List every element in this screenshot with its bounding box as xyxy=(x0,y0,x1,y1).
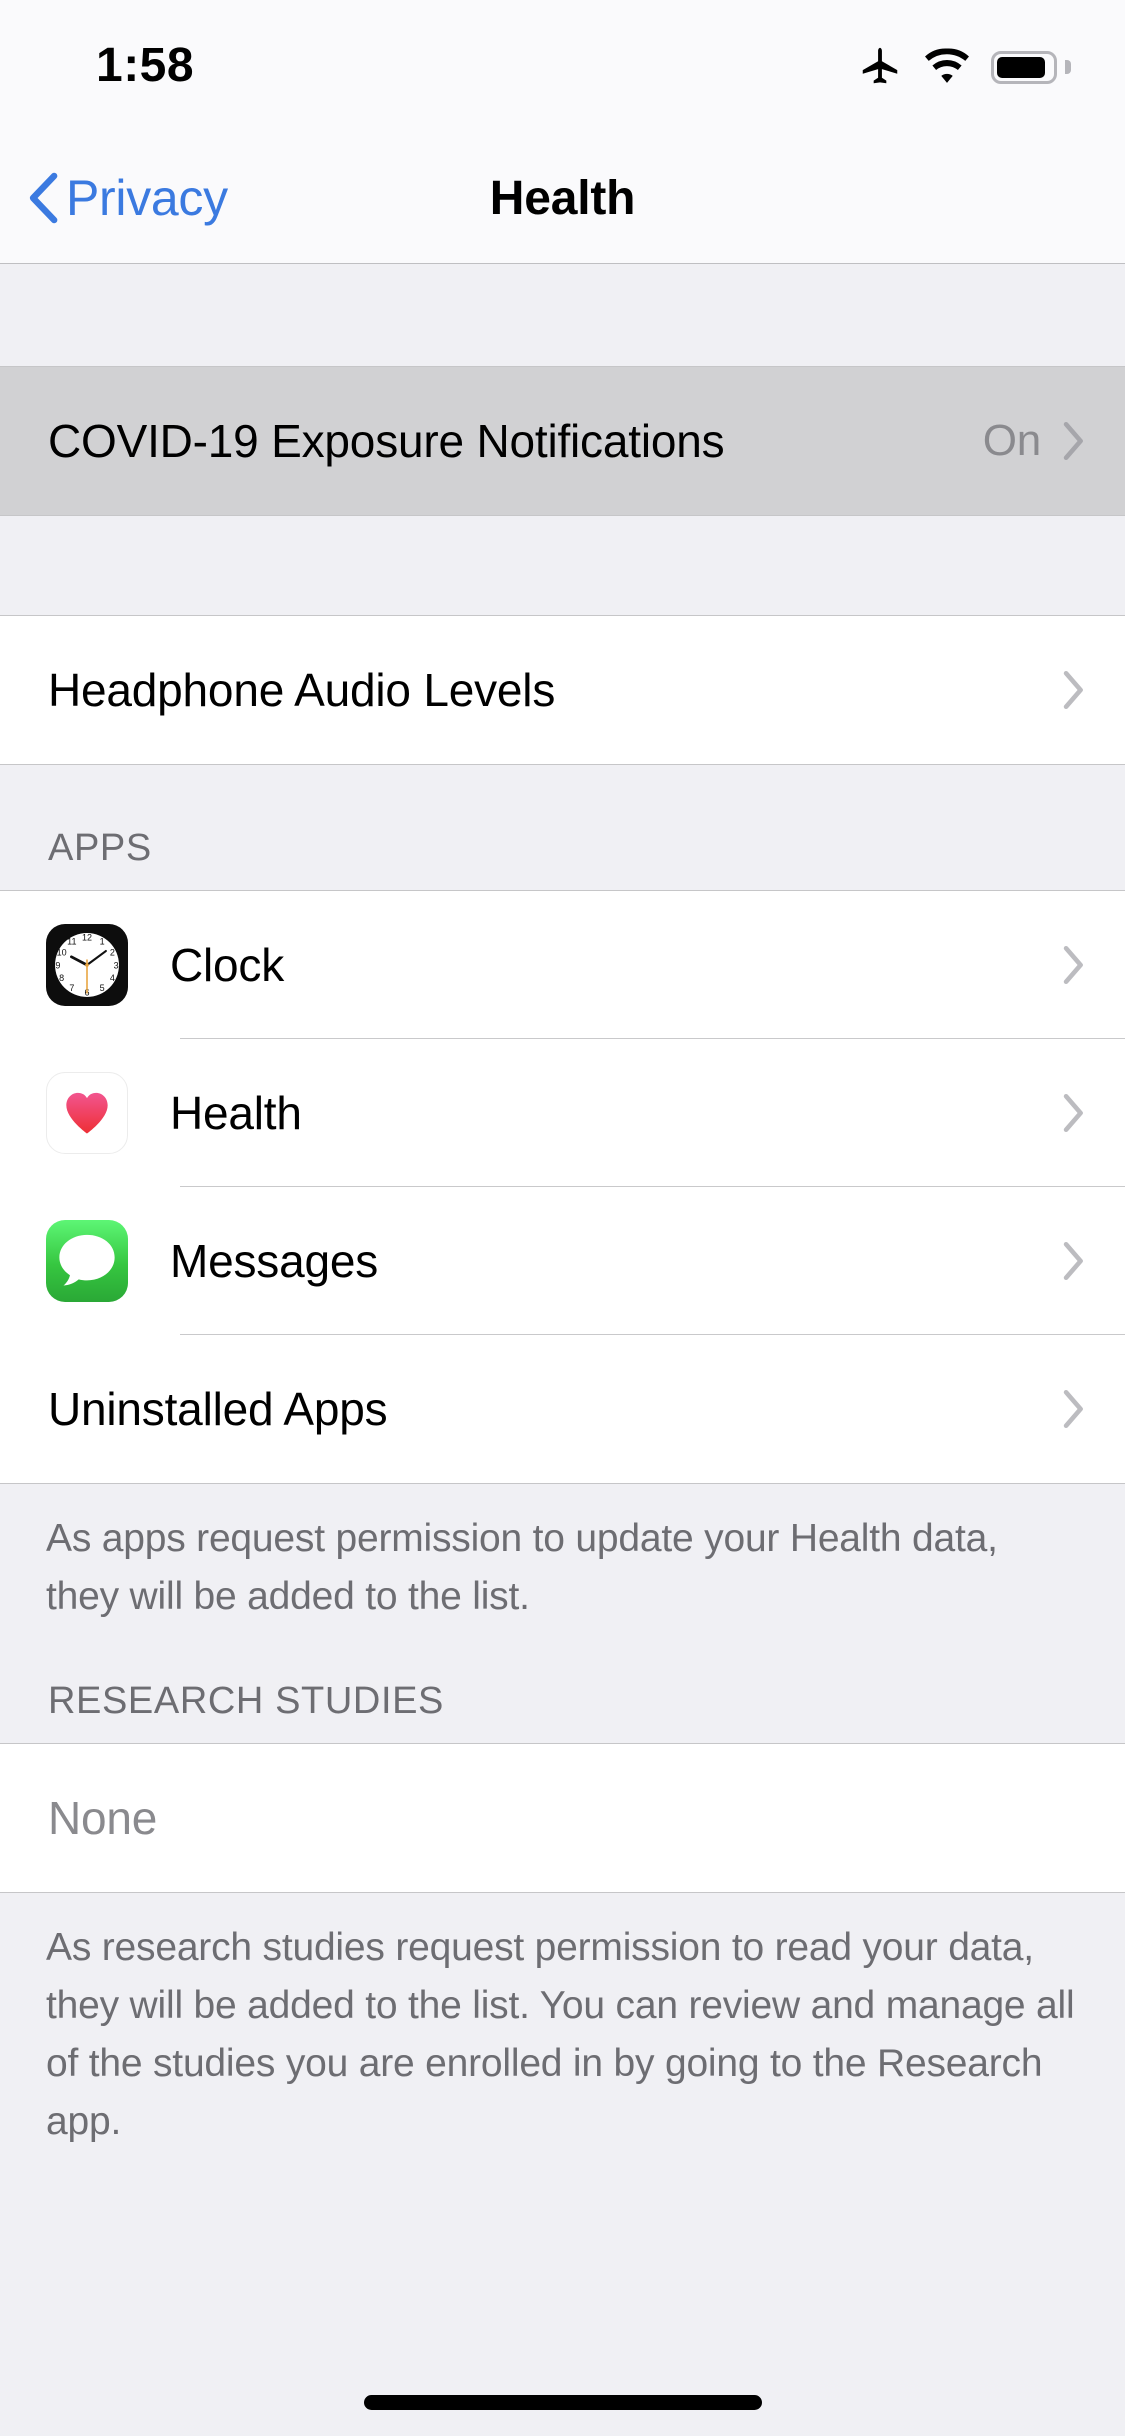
covid-group: COVID-19 Exposure Notifications On xyxy=(0,366,1125,516)
apps-group: 12 1 2 3 4 5 6 7 8 9 10 11 xyxy=(0,890,1125,1484)
clock-app-icon: 12 1 2 3 4 5 6 7 8 9 10 11 xyxy=(46,924,128,1006)
svg-text:1: 1 xyxy=(100,937,105,947)
row-headphone-audio-levels[interactable]: Headphone Audio Levels xyxy=(0,616,1125,764)
section-footer-apps: As apps request permission to update you… xyxy=(0,1484,1125,1656)
row-label: COVID-19 Exposure Notifications xyxy=(48,415,725,467)
clock-face: 12 1 2 3 4 5 6 7 8 9 10 11 xyxy=(55,932,119,997)
research-studies-group: None xyxy=(0,1743,1125,1893)
iphone-screen: 1:58 Privacy Health COVID-19 Exposure No… xyxy=(0,0,1125,2436)
status-bar-time: 1:58 xyxy=(96,39,195,92)
airplane-mode-icon xyxy=(862,47,898,84)
row-uninstalled-apps[interactable]: Uninstalled Apps xyxy=(0,1335,1125,1483)
svg-text:4: 4 xyxy=(110,973,115,983)
battery-fill xyxy=(997,56,1045,78)
svg-text:2: 2 xyxy=(110,948,115,958)
svg-text:3: 3 xyxy=(114,960,119,970)
chevron-right-icon xyxy=(1063,421,1083,461)
app-name-label: Clock xyxy=(170,939,285,991)
svg-text:7: 7 xyxy=(69,983,74,993)
row-label: Headphone Audio Levels xyxy=(48,664,556,716)
chevron-right-icon xyxy=(1063,1389,1083,1429)
settings-scroll-view[interactable]: COVID-19 Exposure Notifications On Headp… xyxy=(0,265,1125,2436)
row-covid-exposure-notifications[interactable]: COVID-19 Exposure Notifications On xyxy=(0,367,1125,515)
svg-text:9: 9 xyxy=(55,960,60,970)
svg-text:11: 11 xyxy=(67,937,76,947)
chevron-right-icon xyxy=(1063,1093,1083,1133)
app-name-label: Health xyxy=(170,1087,302,1139)
section-header-research-studies: RESEARCH STUDIES xyxy=(0,1656,1125,1743)
row-app-clock[interactable]: 12 1 2 3 4 5 6 7 8 9 10 11 xyxy=(0,891,1125,1039)
svg-text:5: 5 xyxy=(100,983,105,993)
home-indicator[interactable] xyxy=(363,2395,762,2410)
battery-nub xyxy=(1065,60,1071,74)
spacer-after-covid xyxy=(0,516,1125,615)
row-label: None xyxy=(48,1792,158,1844)
chevron-right-icon xyxy=(1063,945,1083,985)
chevron-right-icon xyxy=(1063,1241,1083,1281)
navigation-bar: Privacy Health xyxy=(0,132,1125,264)
row-label: Uninstalled Apps xyxy=(48,1383,388,1435)
battery-shell xyxy=(991,50,1057,84)
svg-text:10: 10 xyxy=(57,948,67,958)
health-app-icon xyxy=(46,1072,128,1154)
battery-icon xyxy=(991,49,1071,85)
status-bar: 1:58 xyxy=(0,0,1125,132)
app-name-label: Messages xyxy=(170,1235,379,1287)
speech-bubble-icon xyxy=(59,1234,115,1286)
heart-icon xyxy=(66,1092,108,1134)
chevron-right-icon xyxy=(1063,670,1083,710)
wifi-icon xyxy=(925,48,969,83)
row-detail-value: On xyxy=(982,416,1041,465)
row-research-studies-none: None xyxy=(0,1744,1125,1892)
row-app-health[interactable]: Health xyxy=(0,1039,1125,1187)
spacer-top xyxy=(0,265,1125,366)
status-bar-icons xyxy=(857,44,1071,90)
page-title: Health xyxy=(489,171,636,225)
svg-text:8: 8 xyxy=(59,973,64,983)
row-app-messages[interactable]: Messages xyxy=(0,1187,1125,1335)
svg-text:12: 12 xyxy=(82,932,92,942)
headphone-group: Headphone Audio Levels xyxy=(0,615,1125,765)
section-footer-research-studies: As research studies request permission t… xyxy=(0,1893,1125,2181)
section-header-apps: APPS xyxy=(0,765,1125,890)
messages-app-icon xyxy=(46,1220,128,1302)
